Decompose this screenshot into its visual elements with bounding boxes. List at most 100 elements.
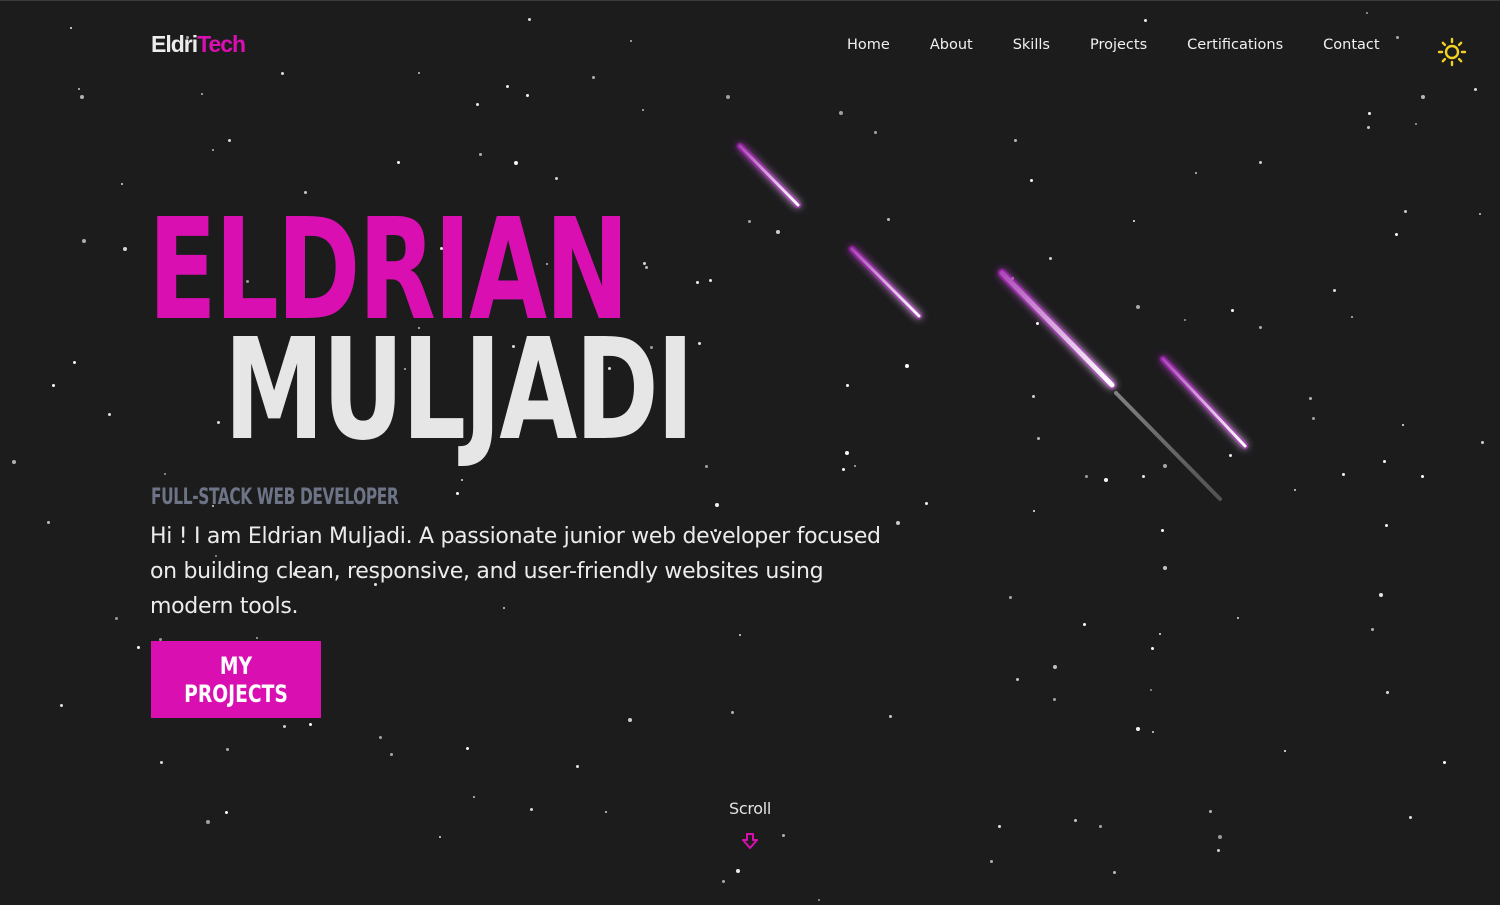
shooting-star	[1161, 357, 1247, 448]
star-dot	[73, 361, 76, 364]
star-dot	[1011, 277, 1014, 280]
star-dot	[60, 704, 63, 707]
star-dot	[736, 869, 740, 873]
star-dot	[1151, 647, 1154, 650]
star-dot	[1404, 210, 1407, 213]
star-dot	[842, 468, 845, 471]
logo-text-primary: Eldri	[151, 31, 198, 57]
star-dot	[1443, 761, 1446, 764]
nav-item-about[interactable]: About	[930, 37, 973, 53]
star-dot	[256, 637, 258, 639]
star-dot	[52, 384, 55, 387]
star-dot	[1030, 179, 1033, 182]
star-dot	[1421, 475, 1424, 478]
star-dot	[82, 239, 86, 243]
star-dot	[1379, 593, 1383, 597]
nav-item-projects[interactable]: Projects	[1090, 37, 1147, 53]
star-dot	[439, 836, 441, 838]
star-dot	[722, 880, 725, 883]
star-dot	[698, 342, 701, 345]
star-dot	[1342, 473, 1345, 476]
star-dot	[70, 27, 72, 29]
star-dot	[212, 149, 214, 151]
star-dot	[225, 811, 228, 814]
star-dot	[1016, 678, 1019, 681]
star-dot	[1309, 397, 1312, 400]
star-dot	[1150, 689, 1152, 691]
star-dot	[121, 183, 123, 185]
star-dot	[47, 521, 50, 524]
star-dot	[1053, 698, 1056, 701]
theme-toggle-button[interactable]	[1437, 37, 1467, 67]
star-dot	[555, 177, 558, 180]
shooting-star	[738, 144, 800, 207]
arrow-down-icon	[742, 833, 758, 849]
star-dot	[418, 72, 420, 74]
star-dot	[1383, 460, 1386, 463]
star-dot	[1368, 112, 1371, 115]
star-dot	[1036, 322, 1039, 325]
star-dot	[1163, 464, 1167, 468]
star-dot	[226, 748, 229, 751]
my-projects-button[interactable]: MY PROJECTS	[151, 641, 321, 718]
star-dot	[1049, 257, 1052, 260]
star-dot	[709, 279, 712, 282]
star-dot	[1385, 524, 1388, 527]
star-dot	[115, 617, 118, 620]
star-dot	[1217, 849, 1220, 852]
site-logo[interactable]: EldriTech	[151, 31, 246, 58]
star-dot	[643, 262, 646, 265]
main-nav: Home About Skills Projects Certification…	[847, 37, 1380, 53]
scroll-indicator[interactable]: Scroll	[700, 799, 800, 850]
shooting-star	[850, 247, 921, 318]
star-dot	[1367, 126, 1370, 129]
nav-item-certifications[interactable]: Certifications	[1187, 37, 1283, 53]
star-dot	[1366, 12, 1368, 14]
star-dot	[283, 725, 286, 728]
star-dot	[1409, 816, 1412, 819]
star-dot	[605, 811, 607, 813]
star-dot	[1142, 475, 1145, 478]
star-dot	[628, 718, 632, 722]
star-dot	[397, 161, 400, 164]
star-dot	[1421, 95, 1425, 99]
star-dot	[1395, 233, 1398, 236]
star-dot	[1184, 319, 1186, 321]
nav-item-contact[interactable]: Contact	[1323, 37, 1379, 53]
star-dot	[1195, 172, 1197, 174]
star-dot	[1152, 731, 1154, 733]
shooting-star	[1159, 355, 1249, 450]
star-dot	[1259, 326, 1262, 329]
star-dot	[1481, 441, 1484, 444]
star-dot	[1136, 727, 1140, 731]
star-dot	[776, 230, 780, 234]
star-dot	[1402, 424, 1404, 426]
star-dot	[506, 85, 509, 88]
star-dot	[1014, 139, 1017, 142]
shooting-star	[997, 268, 1117, 390]
star-dot	[466, 747, 469, 750]
star-dot	[630, 40, 632, 42]
shooting-star	[999, 270, 1115, 388]
star-dot	[1209, 810, 1212, 813]
nav-item-skills[interactable]: Skills	[1013, 37, 1050, 53]
star-dot	[1037, 437, 1040, 440]
star-dot	[748, 220, 751, 223]
star-dot	[201, 93, 203, 95]
star-dot	[1312, 417, 1315, 420]
star-dot	[80, 95, 84, 99]
star-dot	[473, 796, 475, 798]
star-dot	[1351, 316, 1353, 318]
star-dot	[889, 715, 892, 718]
star-dot	[846, 384, 849, 387]
star-dot	[461, 479, 463, 481]
star-dot	[1032, 395, 1035, 398]
star-dot	[1371, 628, 1374, 631]
star-dot	[123, 247, 127, 251]
star-dot	[1479, 213, 1481, 215]
nav-item-home[interactable]: Home	[847, 37, 890, 53]
star-dot	[845, 451, 849, 455]
shooting-star-tail	[1114, 391, 1222, 501]
star-dot	[160, 761, 163, 764]
star-dot	[281, 72, 284, 75]
